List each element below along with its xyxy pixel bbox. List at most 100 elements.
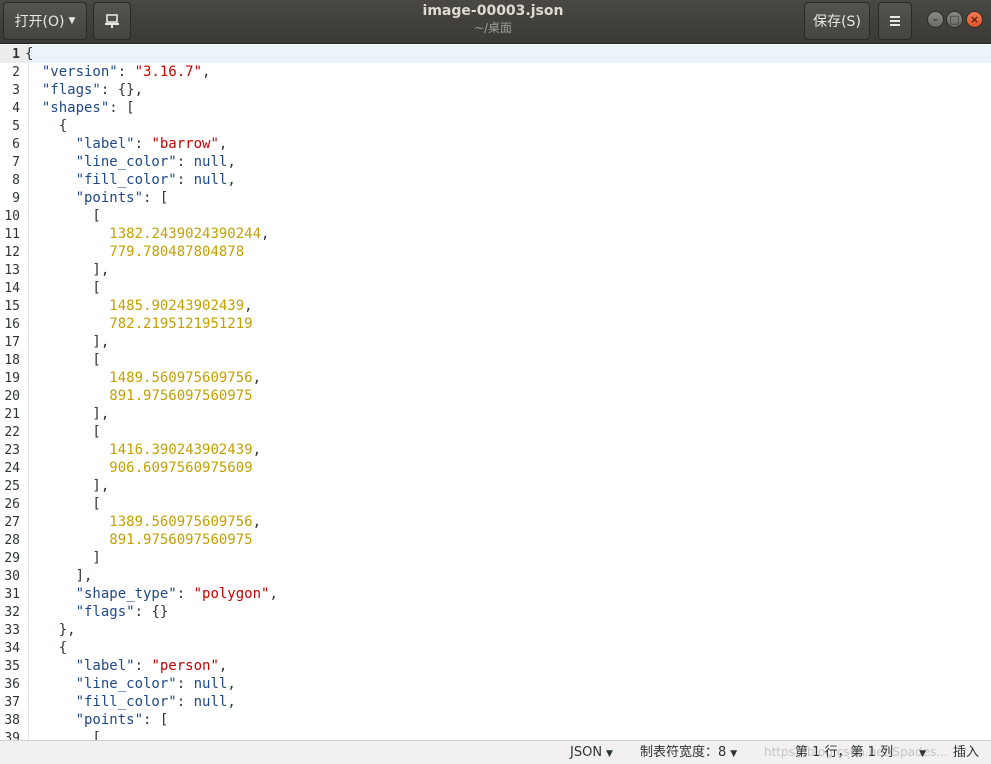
code-line[interactable]: 10 [ (0, 207, 278, 225)
chevron-down-icon: ▼ (606, 749, 613, 759)
code-token: "points" (75, 712, 144, 728)
code-line[interactable]: 32 "flags": {} (0, 603, 278, 621)
code-line[interactable]: 28 891.9756097560975 (0, 531, 278, 549)
code-lines: 1{2 "version": "3.16.7", 3 "flags": {}, 4 … (0, 45, 278, 740)
cursor-position-selector[interactable]: 第 1 行，第 1 列 ▼ (795, 744, 926, 762)
code-line[interactable]: 3 "flags": {}, (0, 81, 278, 99)
minimize-icon[interactable]: – (927, 11, 944, 28)
code-line[interactable]: 23 1416.390243902439, (0, 441, 278, 459)
code-token: : (176, 676, 194, 692)
code-line[interactable]: 5 { (0, 117, 278, 135)
code-line[interactable]: 25 ], (0, 477, 278, 495)
code-line[interactable]: 14 [ (0, 279, 278, 297)
code-token: 906.6097560975609 (109, 460, 253, 476)
code-line[interactable]: 15 1485.90243902439, (0, 297, 278, 315)
code-token: : {}, (100, 82, 144, 98)
code-token: : [ (143, 712, 169, 728)
chevron-down-icon: ▼ (730, 749, 738, 759)
code-line[interactable]: 2 "version": "3.16.7", (0, 63, 278, 81)
code-text: "label": "person", (25, 658, 228, 674)
open-button[interactable]: 打开(O) ▼ (3, 2, 87, 40)
code-token: "label" (75, 658, 135, 674)
line-number: 6 (12, 137, 20, 152)
code-line[interactable]: 37 "fill_color": null, (0, 693, 278, 711)
code-line[interactable]: 13 ], (0, 261, 278, 279)
code-text: 891.9756097560975 (25, 532, 252, 548)
code-token: [ (25, 730, 101, 740)
code-line[interactable]: 26 [ (0, 495, 278, 513)
code-line[interactable]: 1{ (0, 45, 278, 63)
close-icon[interactable]: × (966, 11, 983, 28)
tab-width-selector[interactable]: 制表符宽度：8 ▼ (640, 744, 737, 762)
code-line[interactable]: 29 ] (0, 549, 278, 567)
code-line[interactable]: 18 [ (0, 351, 278, 369)
code-token: , (261, 226, 270, 242)
line-number: 11 (4, 227, 20, 242)
code-text: "fill_color": null, (25, 694, 236, 710)
code-token: "label" (75, 136, 135, 152)
pin-button[interactable] (93, 2, 131, 40)
code-line[interactable]: 16 782.2195121951219 (0, 315, 278, 333)
code-line[interactable]: 12 779.780487804878 (0, 243, 278, 261)
code-text: ], (25, 262, 109, 278)
code-token: "shape_type" (75, 586, 177, 602)
save-button[interactable]: 保存(S) (804, 2, 870, 40)
menu-button[interactable] (878, 2, 912, 40)
code-line[interactable]: 34 { (0, 639, 278, 657)
code-line[interactable]: 17 ], (0, 333, 278, 351)
code-token: : [ (109, 100, 135, 116)
code-token: }, (25, 622, 76, 638)
code-line[interactable]: 38 "points": [ (0, 711, 278, 729)
code-token: , (227, 694, 236, 710)
code-text: 1489.560975609756, (25, 370, 261, 386)
code-line[interactable]: 11 1382.2439024390244, (0, 225, 278, 243)
code-line[interactable]: 22 [ (0, 423, 278, 441)
code-line[interactable]: 9 "points": [ (0, 189, 278, 207)
code-line[interactable]: 36 "line_color": null, (0, 675, 278, 693)
code-line[interactable]: 8 "fill_color": null, (0, 171, 278, 189)
code-token: ] (25, 550, 101, 566)
code-line[interactable]: 30 ], (0, 567, 278, 585)
code-line[interactable]: 21 ], (0, 405, 278, 423)
code-token: ], (25, 262, 110, 278)
text-editor[interactable]: 1{2 "version": "3.16.7", 3 "flags": {}, 4 … (0, 44, 991, 740)
code-line[interactable]: 27 1389.560975609756, (0, 513, 278, 531)
code-line[interactable]: 7 "line_color": null, (0, 153, 278, 171)
line-number: 27 (4, 515, 20, 530)
language-selector[interactable]: JSON ▼ (570, 744, 613, 762)
code-line[interactable]: 20 891.9756097560975 (0, 387, 278, 405)
line-number: 29 (4, 551, 20, 566)
language-label: JSON (570, 745, 603, 760)
code-token: : (176, 154, 194, 170)
line-number: 19 (4, 371, 20, 386)
maximize-icon[interactable]: □ (946, 11, 963, 28)
code-text: 1389.560975609756, (25, 514, 261, 530)
code-line[interactable]: 31 "shape_type": "polygon", (0, 585, 278, 603)
code-token: "line_color" (75, 154, 177, 170)
code-text: "shapes": [ (25, 100, 135, 116)
code-line[interactable]: 19 1489.560975609756, (0, 369, 278, 387)
code-token: 1485.90243902439 (109, 298, 245, 314)
code-token: : (176, 172, 194, 188)
line-number: 21 (4, 407, 20, 422)
code-line[interactable]: 35 "label": "person", (0, 657, 278, 675)
tab-width-label: 制表符宽度：8 (640, 745, 727, 760)
line-number: 31 (4, 587, 20, 602)
code-text: "flags": {}, (25, 82, 143, 98)
code-text: 1382.2439024390244, (25, 226, 269, 242)
code-line[interactable]: 6 "label": "barrow", (0, 135, 278, 153)
code-line[interactable]: 24 906.6097560975609 (0, 459, 278, 477)
code-text: "points": [ (25, 712, 169, 728)
code-line[interactable]: 33 }, (0, 621, 278, 639)
code-line[interactable]: 4 "shapes": [ (0, 99, 278, 117)
code-token: "polygon" (193, 586, 270, 602)
code-line[interactable]: 39 [ (0, 729, 278, 740)
line-number: 12 (4, 245, 20, 260)
